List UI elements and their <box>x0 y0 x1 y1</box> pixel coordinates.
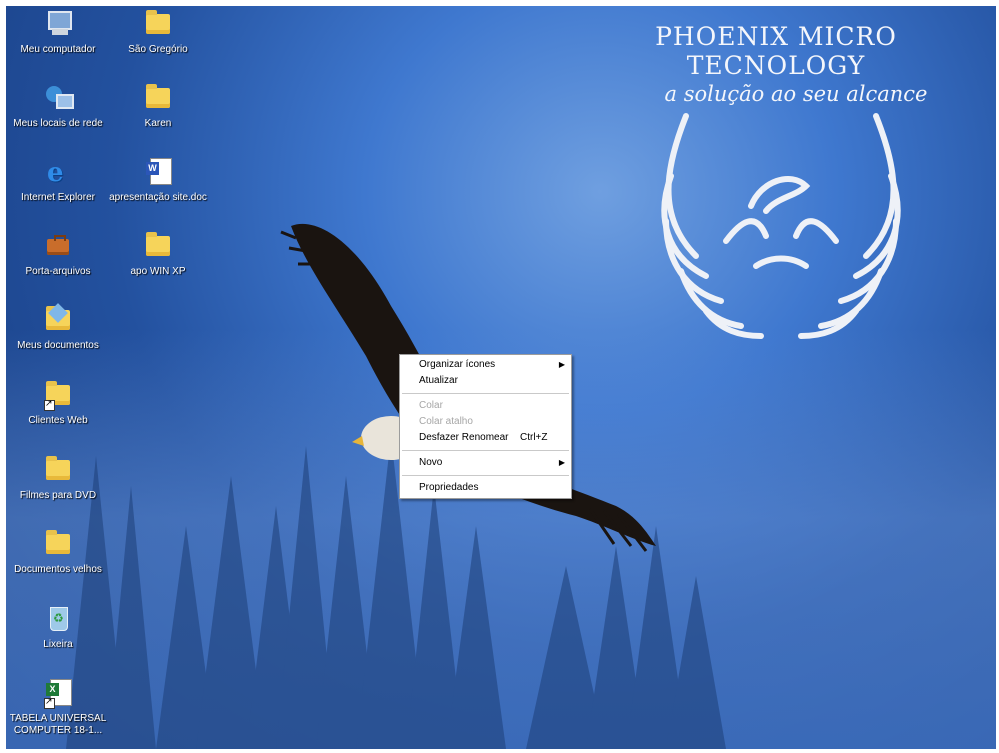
desktop-icon-clientes-web[interactable]: Clientes Web <box>6 379 114 427</box>
wallpaper-branding: PHOENIX MICRO TECNOLOGY a solução ao seu… <box>566 22 986 106</box>
recycle-bin-icon: ♻ <box>42 603 74 635</box>
my-computer-icon <box>42 8 74 40</box>
menu-separator <box>402 475 569 476</box>
briefcase-icon <box>42 230 74 262</box>
folder-icon <box>142 82 174 114</box>
desktop-icon-my-computer[interactable]: Meu computador <box>6 8 114 56</box>
phoenix-logo <box>661 113 901 339</box>
menu-item-propriedades[interactable]: Propriedades <box>400 480 571 496</box>
excel-shortcut-icon: X <box>42 677 74 709</box>
submenu-arrow-icon: ▶ <box>558 360 565 369</box>
desktop-icon-recycle-bin[interactable]: ♻ Lixeira <box>6 603 114 651</box>
network-places-icon <box>42 82 74 114</box>
desktop-icon-my-documents[interactable]: Meus documentos <box>6 303 114 352</box>
desktop[interactable]: Meu computador Meus locais de rede e Int… <box>6 6 996 749</box>
desktop-icon-sao-gregorio[interactable]: São Gregório <box>102 8 214 56</box>
desktop-icon-apresentacao-doc[interactable]: W apresentação site.doc <box>102 156 214 204</box>
menu-item-organizar-icones[interactable]: Organizar ícones ▶ <box>400 357 571 373</box>
my-documents-icon <box>42 303 74 336</box>
desktop-icon-karen[interactable]: Karen <box>102 82 214 130</box>
submenu-arrow-icon: ▶ <box>558 458 565 467</box>
folder-icon <box>142 230 174 262</box>
menu-shortcut: Ctrl+Z <box>520 432 548 443</box>
menu-item-colar-atalho: Colar atalho <box>419 416 473 427</box>
menu-item-colar: Colar <box>419 400 443 411</box>
menu-separator <box>402 450 569 451</box>
desktop-icon-briefcase[interactable]: Porta-arquivos <box>6 230 114 278</box>
desktop-icon-tabela-universal[interactable]: X TABELA UNIVERSAL COMPUTER 18-1... <box>6 677 114 737</box>
menu-separator <box>402 393 569 394</box>
desktop-icon-filmes-dvd[interactable]: Filmes para DVD <box>6 454 114 502</box>
desktop-icon-internet-explorer[interactable]: e Internet Explorer <box>6 156 114 204</box>
desktop-context-menu: Organizar ícones ▶ Atualizar Colar Colar… <box>399 354 572 499</box>
wallpaper-title: PHOENIX MICRO TECNOLOGY <box>655 22 897 80</box>
desktop-icon-network-places[interactable]: Meus locais de rede <box>6 82 114 130</box>
folder-icon <box>42 528 74 560</box>
menu-item-atualizar[interactable]: Atualizar <box>400 373 571 389</box>
wallpaper-subtitle: a solução ao seu alcance <box>664 82 928 106</box>
word-document-icon: W <box>142 156 174 188</box>
menu-item-novo[interactable]: Novo ▶ <box>400 455 571 471</box>
folder-icon <box>42 454 74 486</box>
desktop-icon-apo-win-xp[interactable]: apo WIN XP <box>102 230 214 278</box>
folder-shortcut-icon <box>42 379 74 411</box>
internet-explorer-icon: e <box>47 158 64 188</box>
menu-item-desfazer-renomear[interactable]: Desfazer Renomear Ctrl+Z <box>400 430 571 446</box>
folder-icon <box>142 8 174 40</box>
desktop-icon-documentos-velhos[interactable]: Documentos velhos <box>6 528 114 576</box>
